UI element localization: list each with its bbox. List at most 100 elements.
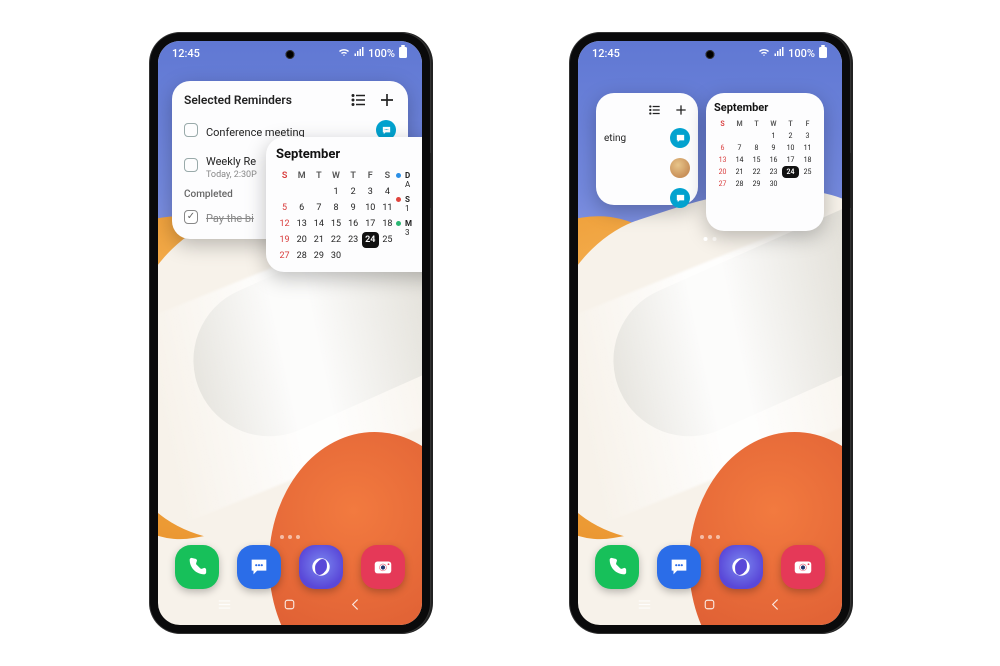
calendar-widget[interactable]: September SMTWTFS12345678910111213141516… <box>266 137 422 272</box>
nav-home[interactable] <box>701 596 718 617</box>
add-icon[interactable] <box>672 101 690 119</box>
nav-bar <box>158 596 422 617</box>
cal-day[interactable]: 7 <box>731 142 748 154</box>
cal-day[interactable]: 13 <box>293 216 310 232</box>
phone-app-icon[interactable] <box>175 545 219 589</box>
cal-dow: T <box>782 118 799 130</box>
cal-day[interactable]: 7 <box>310 200 327 216</box>
cal-day[interactable]: 11 <box>799 142 816 154</box>
cal-day[interactable]: 11 <box>379 200 396 216</box>
cal-day[interactable]: 22 <box>748 166 765 178</box>
camera-app-icon[interactable] <box>361 545 405 589</box>
cal-dow: F <box>799 118 816 130</box>
cal-day[interactable]: 28 <box>293 248 310 264</box>
cal-day[interactable]: 1 <box>765 130 782 142</box>
reminder-item[interactable] <box>604 153 690 183</box>
cal-day[interactable]: 28 <box>731 178 748 190</box>
cal-day[interactable]: 21 <box>731 166 748 178</box>
cal-day[interactable]: 25 <box>799 166 816 178</box>
calendar-event[interactable]: M3 <box>396 219 422 237</box>
cal-day <box>799 178 816 190</box>
nav-back[interactable] <box>767 596 784 617</box>
chat-bubble-icon[interactable] <box>670 188 690 208</box>
add-icon[interactable] <box>378 91 396 109</box>
cal-day[interactable]: 16 <box>345 216 362 232</box>
cal-day[interactable]: 27 <box>276 248 293 264</box>
calendar-widget-small[interactable]: September SMTWTF123678910111314151617182… <box>706 93 824 231</box>
cal-day[interactable]: 8 <box>748 142 765 154</box>
cal-day[interactable]: 24 <box>782 166 799 178</box>
list-icon[interactable] <box>646 101 664 119</box>
cal-day[interactable]: 10 <box>782 142 799 154</box>
cal-day[interactable]: 9 <box>765 142 782 154</box>
battery-pct: 100% <box>788 47 815 60</box>
cal-day[interactable]: 23 <box>345 232 362 248</box>
phone-app-icon[interactable] <box>595 545 639 589</box>
cal-day[interactable]: 20 <box>714 166 731 178</box>
cal-day[interactable]: 5 <box>276 200 293 216</box>
cal-day[interactable]: 18 <box>799 154 816 166</box>
cal-dow: M <box>731 118 748 130</box>
cal-day[interactable]: 2 <box>782 130 799 142</box>
nav-home[interactable] <box>281 596 298 617</box>
cal-day[interactable]: 21 <box>310 232 327 248</box>
cal-day[interactable]: 10 <box>362 200 379 216</box>
messages-app-icon[interactable] <box>237 545 281 589</box>
browser-app-icon[interactable] <box>299 545 343 589</box>
cal-day[interactable]: 13 <box>714 154 731 166</box>
reminders-widget-small[interactable]: eting <box>596 93 698 205</box>
cal-day[interactable]: 30 <box>765 178 782 190</box>
cal-day[interactable]: 27 <box>714 178 731 190</box>
wifi-icon <box>758 46 770 61</box>
signal-icon <box>353 46 365 61</box>
calendar-event[interactable]: DA <box>396 171 422 189</box>
cal-day[interactable]: 19 <box>276 232 293 248</box>
cal-day[interactable]: 3 <box>799 130 816 142</box>
cal-day[interactable]: 17 <box>782 154 799 166</box>
cal-day[interactable]: 2 <box>345 184 362 200</box>
calendar-event[interactable]: S1 <box>396 195 422 213</box>
cal-day[interactable]: 8 <box>327 200 344 216</box>
checkbox-checked-icon[interactable] <box>184 210 198 224</box>
cal-dow: S <box>714 118 731 130</box>
cal-day[interactable]: 23 <box>765 166 782 178</box>
cal-day[interactable]: 6 <box>293 200 310 216</box>
browser-app-icon[interactable] <box>719 545 763 589</box>
dock <box>578 545 842 589</box>
checkbox-icon[interactable] <box>184 123 198 137</box>
cal-day[interactable]: 20 <box>293 232 310 248</box>
cal-day[interactable]: 29 <box>310 248 327 264</box>
status-time: 12:45 <box>172 47 200 60</box>
cal-day[interactable]: 17 <box>362 216 379 232</box>
cal-day[interactable]: 15 <box>748 154 765 166</box>
camera-app-icon[interactable] <box>781 545 825 589</box>
cal-dow: T <box>310 168 327 184</box>
nav-recents[interactable] <box>636 596 653 617</box>
cal-day[interactable]: 25 <box>379 232 396 248</box>
chat-bubble-icon[interactable] <box>670 128 690 148</box>
nav-recents[interactable] <box>216 596 233 617</box>
messages-app-icon[interactable] <box>657 545 701 589</box>
wifi-icon <box>338 46 350 61</box>
nav-back[interactable] <box>347 596 364 617</box>
cal-day[interactable]: 24 <box>362 232 379 248</box>
cal-day[interactable]: 16 <box>765 154 782 166</box>
cal-day[interactable]: 14 <box>731 154 748 166</box>
cal-day[interactable]: 18 <box>379 216 396 232</box>
cal-day[interactable]: 14 <box>310 216 327 232</box>
cal-day[interactable]: 9 <box>345 200 362 216</box>
list-icon[interactable] <box>350 91 368 109</box>
cal-day[interactable]: 29 <box>748 178 765 190</box>
avatar-icon <box>670 158 690 178</box>
reminder-item[interactable]: eting <box>604 123 690 153</box>
cal-day[interactable]: 12 <box>276 216 293 232</box>
cal-day[interactable]: 30 <box>327 248 344 264</box>
cal-day[interactable]: 15 <box>327 216 344 232</box>
checkbox-icon[interactable] <box>184 158 198 172</box>
cal-day[interactable]: 1 <box>327 184 344 200</box>
cal-day[interactable]: 6 <box>714 142 731 154</box>
cal-day[interactable]: 3 <box>362 184 379 200</box>
cal-day[interactable]: 4 <box>379 184 396 200</box>
reminder-item[interactable] <box>604 183 690 213</box>
cal-day[interactable]: 22 <box>327 232 344 248</box>
